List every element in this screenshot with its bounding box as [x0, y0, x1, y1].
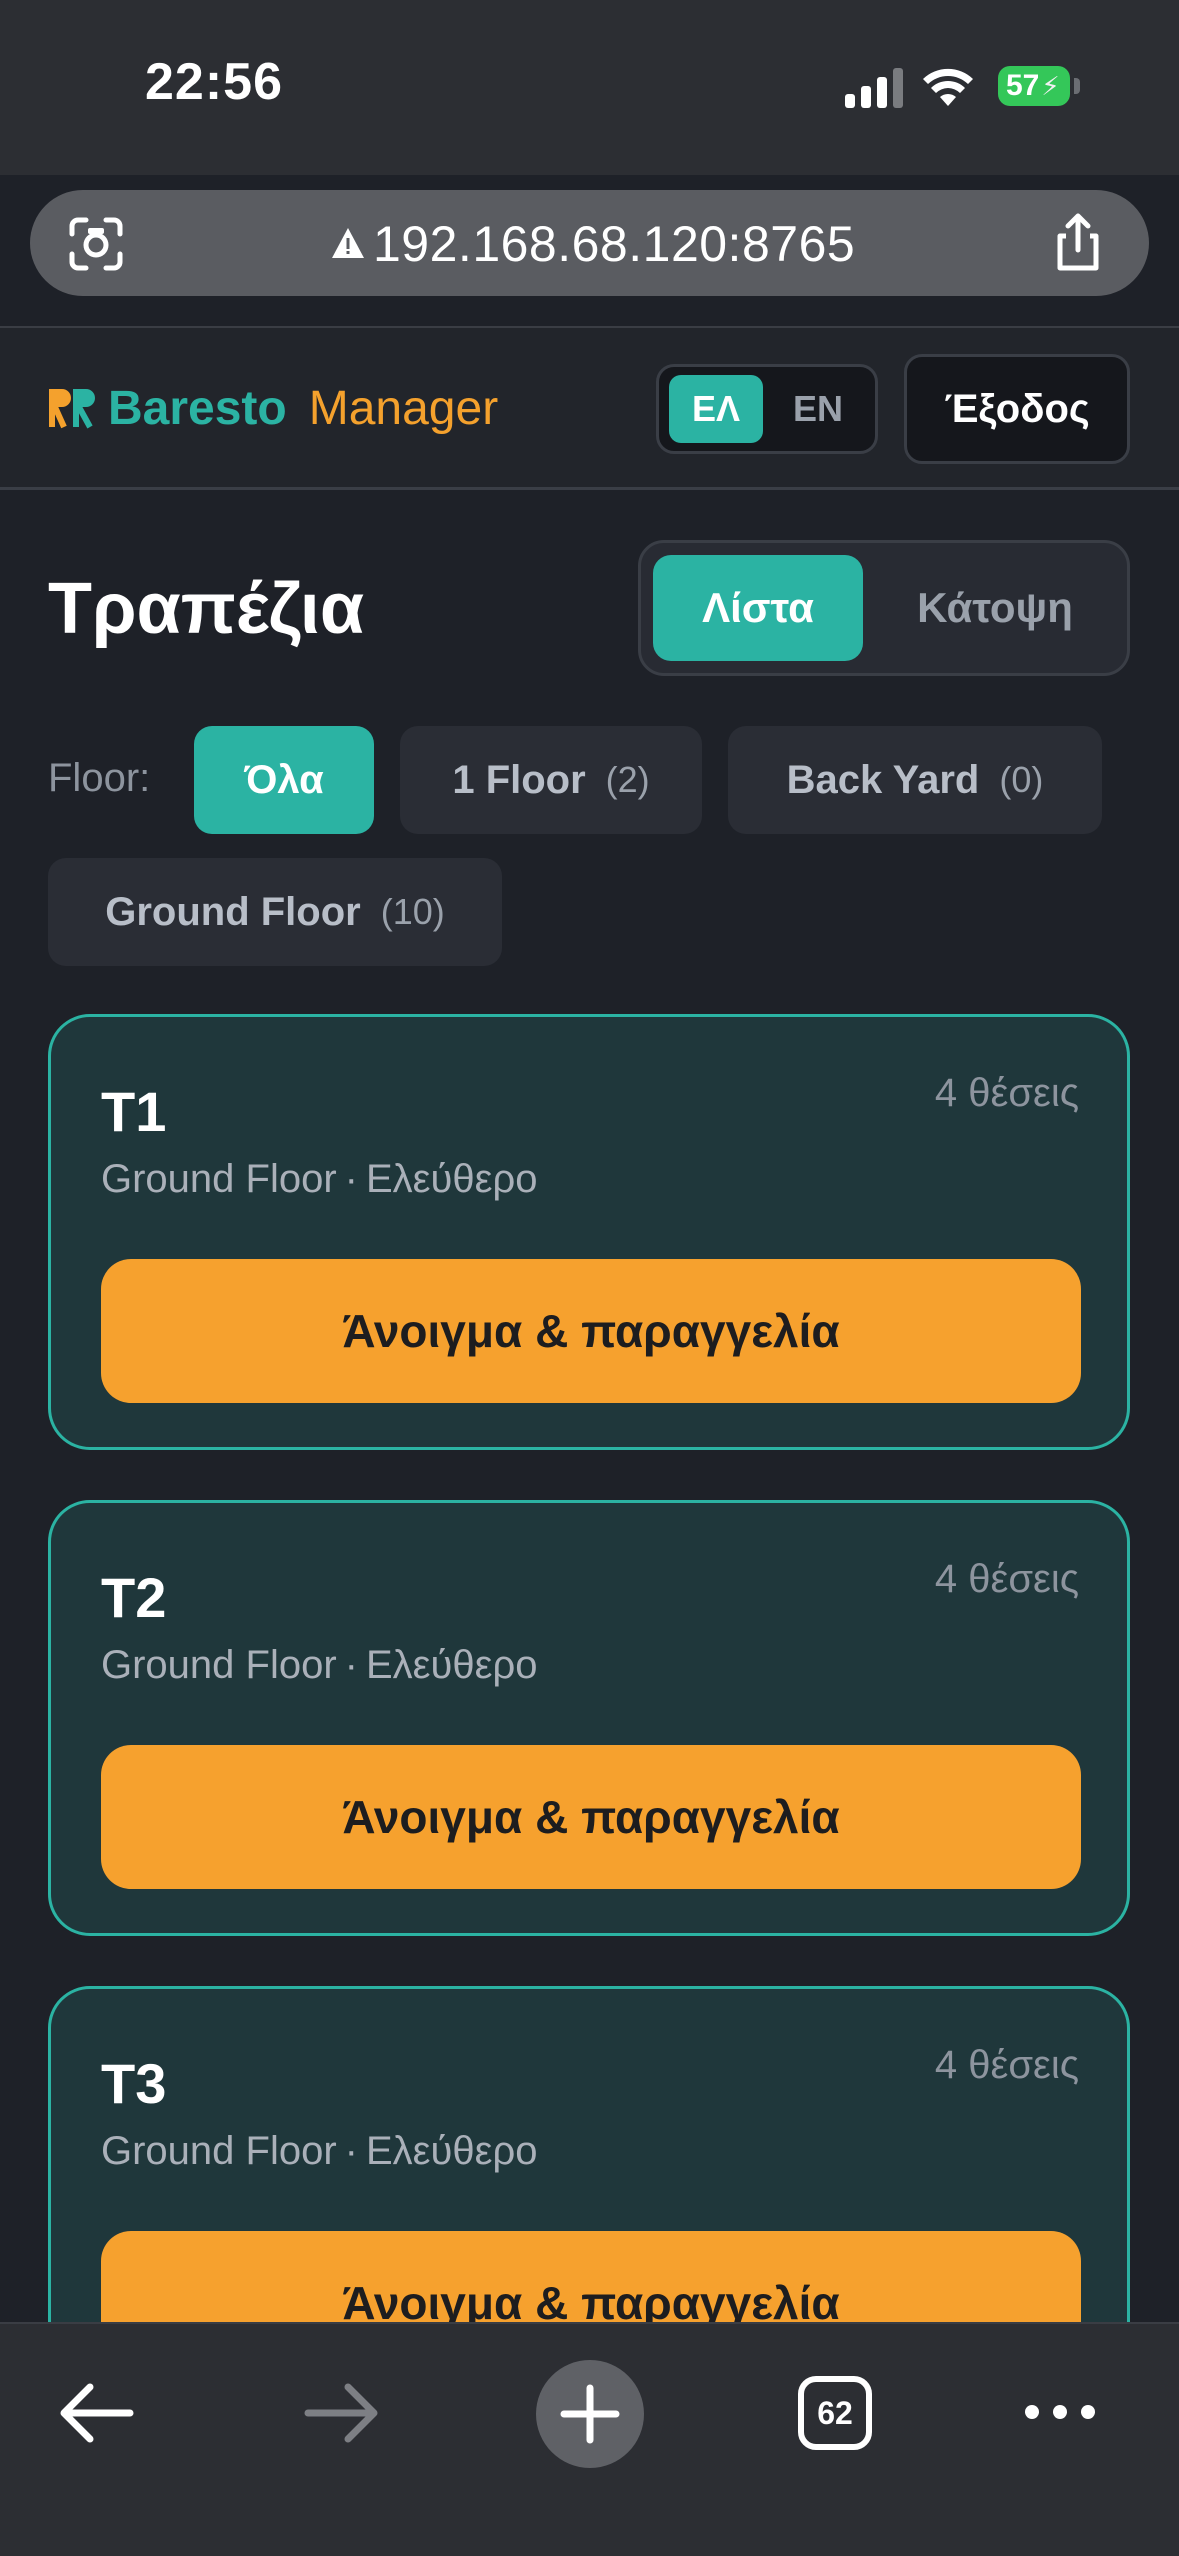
floor-chip-count: (10) — [380, 891, 445, 932]
floor-chip-label: Όλα — [244, 757, 324, 802]
table-details: Ground Floor · Ελεύθερο — [101, 1643, 538, 1687]
battery-level: 57 — [1006, 69, 1040, 102]
url-text[interactable]: 192.168.68.120:8765 — [373, 215, 855, 273]
floor-chip-back-yard[interactable]: Back Yard (0) — [728, 726, 1102, 834]
brand-suffix: Manager — [308, 381, 499, 435]
logout-button[interactable]: Έξοδος — [904, 354, 1130, 464]
open-and-order-button[interactable]: Άνοιγμα & παραγγελία — [101, 1259, 1081, 1403]
table-card: T1 4 θέσεις Ground Floor · Ελεύθερο Άνοιγμ… — [48, 1014, 1130, 1450]
view-toggle: Λίστα Κάτοψη — [638, 540, 1130, 676]
address-bar[interactable]: 192.168.68.120:8765 — [30, 190, 1149, 296]
page-title: Τραπέζια — [48, 569, 365, 649]
table-seats: 4 θέσεις — [934, 1557, 1079, 1601]
table-status: Ελεύθερο — [366, 1643, 538, 1687]
battery-cap — [1074, 78, 1080, 94]
lang-el-button[interactable]: ΕΛ — [669, 375, 763, 443]
cellular-signal-icon — [845, 68, 903, 108]
browser-toolbar: 62 — [0, 2322, 1179, 2556]
charging-bolt-icon: ⚡ — [1041, 70, 1060, 101]
table-floor: Ground Floor — [101, 1157, 337, 1201]
plus-icon — [560, 2384, 620, 2444]
baresto-logo-icon — [49, 389, 95, 429]
floor-chip-all[interactable]: Όλα — [194, 726, 374, 834]
brand-name: Baresto — [108, 381, 287, 435]
floor-filter-label: Floor: — [48, 756, 151, 800]
battery-icon: 57 ⚡ — [998, 66, 1070, 106]
floor-chip-ground-floor[interactable]: Ground Floor (10) — [48, 858, 502, 966]
back-arrow-icon[interactable] — [56, 2378, 136, 2448]
floor-chip-count: (0) — [999, 759, 1044, 800]
share-icon[interactable] — [1046, 210, 1110, 274]
forward-arrow-icon[interactable] — [302, 2378, 382, 2448]
floor-chip-label: 1 Floor — [452, 757, 586, 802]
new-tab-button[interactable] — [536, 2360, 644, 2468]
table-name: T1 — [101, 1080, 167, 1143]
floor-chip-label: Ground Floor — [105, 889, 361, 934]
view-list-button[interactable]: Λίστα — [653, 555, 863, 661]
table-name: T2 — [101, 1566, 167, 1629]
table-seats: 4 θέσεις — [934, 1071, 1079, 1115]
language-toggle: ΕΛ EN — [656, 364, 878, 454]
screenshot-icon[interactable] — [68, 216, 124, 272]
tab-count-button[interactable]: 62 — [798, 2376, 872, 2450]
view-floorplan-button[interactable]: Κάτοψη — [875, 555, 1115, 661]
table-name: T3 — [101, 2052, 167, 2115]
floor-chip-label: Back Yard — [786, 757, 980, 802]
status-time: 22:56 — [145, 53, 283, 111]
table-status: Ελεύθερο — [366, 2129, 538, 2173]
table-details: Ground Floor · Ελεύθερο — [101, 2129, 538, 2173]
table-floor: Ground Floor — [101, 2129, 337, 2173]
table-floor: Ground Floor — [101, 1643, 337, 1687]
open-and-order-button[interactable]: Άνοιγμα & παραγγελία — [101, 1745, 1081, 1889]
more-options-icon[interactable] — [1024, 2392, 1096, 2432]
table-card: T2 4 θέσεις Ground Floor · Ελεύθερο Άνοιγμ… — [48, 1500, 1130, 1936]
table-status: Ελεύθερο — [366, 1157, 538, 1201]
brand-logo[interactable]: Baresto Manager — [46, 378, 498, 438]
not-secure-warning-icon — [332, 228, 364, 258]
wifi-icon — [923, 68, 973, 106]
floor-chip-count: (2) — [605, 759, 650, 800]
lang-en-button[interactable]: EN — [771, 375, 865, 443]
app-header: Baresto Manager ΕΛ EN Έξοδος — [0, 328, 1179, 490]
status-bar: 22:56 57 ⚡ 192.168.68.120:8765 — [0, 0, 1179, 296]
table-seats: 4 θέσεις — [934, 2043, 1079, 2087]
floor-chip-1-floor[interactable]: 1 Floor (2) — [400, 726, 702, 834]
table-details: Ground Floor · Ελεύθερο — [101, 1157, 538, 1201]
